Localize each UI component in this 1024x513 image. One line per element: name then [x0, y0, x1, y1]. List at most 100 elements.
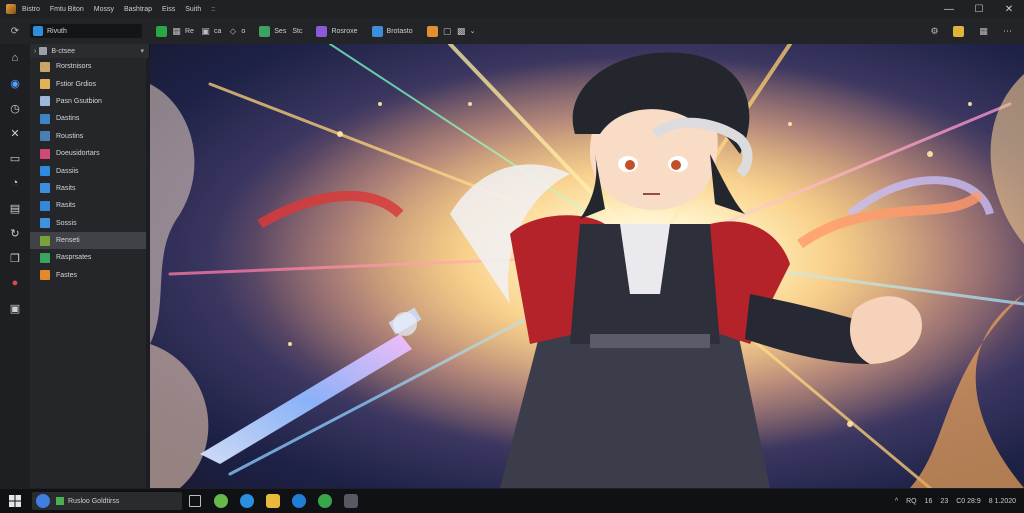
- file-icon: [40, 200, 50, 211]
- toolbar: ⟳ Rivuth ▦ Re ▣ ca ⬦ o Ses Stc Rosroxe Brotasto ▢ ▩…: [0, 18, 1024, 45]
- menu-item[interactable]: Fmtu Biton: [50, 6, 84, 13]
- tree-header-label: B-ctsee: [51, 47, 76, 55]
- maximize-button[interactable]: ☐: [964, 0, 994, 18]
- taskbar-search[interactable]: Rusloo Goldtirss: [32, 492, 182, 510]
- tree-list: Rorstnisors Fstior Grdios Pasn Gsutbion Das…: [30, 58, 149, 284]
- menu-item[interactable]: ::: [211, 6, 215, 13]
- compass-icon[interactable]: ◉: [7, 75, 23, 91]
- history-icon[interactable]: ◷: [7, 100, 23, 116]
- tree-item[interactable]: Sossis: [30, 215, 149, 232]
- toolbar-tool-icon[interactable]: ▩: [456, 26, 467, 37]
- toolbar-tool-icon[interactable]: ⬦: [227, 26, 238, 37]
- refresh-icon[interactable]: ⟳: [8, 24, 22, 38]
- tray-item[interactable]: 23: [940, 498, 948, 505]
- tray-item[interactable]: 16: [925, 498, 933, 505]
- box-icon[interactable]: ▣: [7, 300, 23, 316]
- layers-icon[interactable]: ❒: [7, 250, 23, 266]
- tree-item[interactable]: Rasits: [30, 180, 149, 197]
- browser-icon: [36, 494, 50, 508]
- document-icon[interactable]: ▤: [7, 200, 23, 216]
- taskbar-app-explorer[interactable]: [260, 489, 286, 513]
- address-field[interactable]: Rivuth: [30, 24, 142, 38]
- illustration-artwork: [150, 44, 1024, 488]
- toolbar-app-icon[interactable]: [371, 25, 383, 37]
- toolbar-label[interactable]: Rosroxe: [331, 28, 357, 35]
- minimize-button[interactable]: —: [934, 0, 964, 18]
- activity-rail: ⌂ ◉ ◷ ✕ ▭ ◔ ▤ ↻ ❒ ● ▣: [0, 44, 30, 488]
- windows-logo-icon: [9, 495, 21, 507]
- system-tray: ^ RQ 16 23 C0 28:9 8 1.2020: [887, 498, 1016, 505]
- page-icon[interactable]: ▭: [7, 150, 23, 166]
- tray-item[interactable]: C0 28:9: [956, 498, 981, 505]
- task-view-button[interactable]: [182, 489, 208, 513]
- close-button[interactable]: ✕: [994, 0, 1024, 18]
- tree-item[interactable]: Roustins: [30, 128, 149, 145]
- taskbar-app-xbox[interactable]: [312, 489, 338, 513]
- toolbar-tool-icon[interactable]: ▣: [200, 26, 211, 37]
- toolbar-label[interactable]: o: [241, 28, 245, 35]
- more-icon[interactable]: ⋯: [1002, 26, 1013, 37]
- tree-item[interactable]: Dassiis: [30, 162, 149, 179]
- tree-item[interactable]: Rorstnisors: [30, 58, 149, 75]
- file-icon: [40, 183, 50, 194]
- file-icon: [40, 113, 50, 124]
- tree-item-label: Dassiis: [56, 167, 79, 175]
- tree-item[interactable]: Doeusidortars: [30, 145, 149, 162]
- tree-item[interactable]: Fstior Grdios: [30, 75, 149, 92]
- tools-icon[interactable]: ✕: [7, 125, 23, 141]
- tree-item[interactable]: Rasprsates: [30, 249, 149, 266]
- tray-item[interactable]: RQ: [906, 498, 917, 505]
- tree-item[interactable]: Pasn Gsutbion: [30, 93, 149, 110]
- folder-icon[interactable]: [953, 25, 964, 37]
- toolbar-label[interactable]: Brotasto: [387, 28, 413, 35]
- tree-item[interactable]: Fastes: [30, 267, 149, 284]
- toolbar-app-icon[interactable]: [426, 25, 438, 37]
- file-tree-panel: › B-ctsee ▾ Rorstnisors Fstior Grdios Pasn…: [30, 44, 150, 488]
- tree-item-label: Rasprsates: [56, 254, 92, 262]
- record-icon[interactable]: ●: [7, 275, 23, 291]
- toolbar-label[interactable]: Re: [185, 28, 194, 35]
- tree-header[interactable]: › B-ctsee ▾: [30, 44, 149, 58]
- tree-item-label: Sossis: [56, 219, 77, 227]
- app-logo-icon: [6, 4, 16, 14]
- menu-item[interactable]: Suith: [185, 6, 201, 13]
- menu-item[interactable]: Eiss: [162, 6, 175, 13]
- taskbar-app-bird[interactable]: [338, 489, 364, 513]
- menu-item[interactable]: Mossy: [94, 6, 114, 13]
- tray-item[interactable]: 8 1.2020: [989, 498, 1016, 505]
- sync-icon[interactable]: ↻: [7, 225, 23, 241]
- start-button[interactable]: [0, 489, 30, 513]
- toolbar-app-icon[interactable]: [156, 25, 167, 37]
- toolbar-label[interactable]: ⌄: [470, 27, 476, 35]
- tree-item-label: Rasits: [56, 202, 76, 210]
- file-icon: [40, 166, 50, 177]
- clock-icon[interactable]: ◔: [7, 175, 23, 191]
- tree-item[interactable]: Rasits: [30, 197, 149, 214]
- toolbar-label[interactable]: Stc: [292, 28, 302, 35]
- tree-item[interactable]: Renseti: [30, 231, 149, 250]
- taskbar: Rusloo Goldtirss ^ RQ 16 23 C0 28:9 8 1.2020: [0, 488, 1024, 513]
- taskbar-app-green[interactable]: [208, 489, 234, 513]
- toolbar-label[interactable]: Ses: [274, 28, 286, 35]
- toolbar-tool-icon[interactable]: ▢: [442, 26, 453, 37]
- toolbar-app-icon[interactable]: [259, 25, 271, 37]
- tree-item[interactable]: Dastins: [30, 110, 149, 127]
- image-canvas[interactable]: [150, 44, 1024, 488]
- title-bar: Bistro Fmtu Biton Mossy Bashtrap Eiss Su…: [0, 0, 1024, 18]
- chevron-down-icon[interactable]: ▾: [140, 47, 144, 55]
- grid-icon[interactable]: ▦: [978, 26, 989, 37]
- explorer-icon[interactable]: ⌂: [7, 50, 23, 66]
- toolbar-app-icon[interactable]: [316, 25, 328, 37]
- file-icon: [40, 131, 50, 142]
- menu-item[interactable]: Bistro: [22, 6, 40, 13]
- tray-item[interactable]: ^: [895, 498, 898, 505]
- taskbar-app-edge[interactable]: [234, 489, 260, 513]
- tree-item-label: Renseti: [56, 237, 80, 245]
- tool-group: ▦ Re ▣ ca ⬦ o Ses Stc Rosroxe Brotasto ▢ ▩ ⌄: [156, 25, 481, 37]
- settings-icon[interactable]: ⚙: [929, 26, 940, 37]
- file-icon: [40, 148, 50, 159]
- toolbar-tool-icon[interactable]: ▦: [171, 26, 182, 37]
- taskbar-app-blue[interactable]: [286, 489, 312, 513]
- toolbar-label[interactable]: ca: [214, 28, 221, 35]
- menu-item[interactable]: Bashtrap: [124, 6, 152, 13]
